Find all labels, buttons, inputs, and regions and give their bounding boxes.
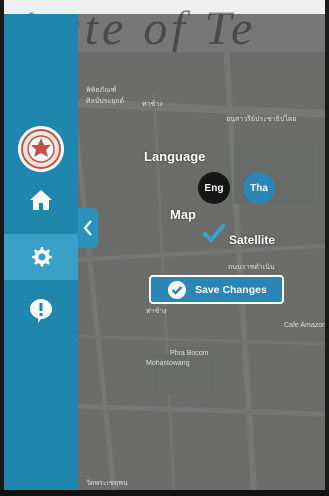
device-bezel-right [325, 0, 329, 496]
institute-logo [18, 126, 64, 172]
satellite-label: Satellite [229, 233, 276, 247]
device-bezel-left [0, 0, 4, 496]
checkmark-icon [203, 224, 225, 243]
lang-eng-button[interactable]: Eng [198, 172, 230, 204]
language-label: Language [144, 149, 206, 164]
map-label: ท่าช้าง [146, 308, 167, 315]
save-changes-label: Save Changes [195, 283, 267, 296]
map-label: วัดพระเชตุพน [86, 480, 128, 487]
home-icon [30, 190, 52, 210]
satellite-checkbox[interactable] [203, 224, 225, 249]
collapse-sidebar-button[interactable] [78, 208, 98, 248]
map-label: อนุสาวรีย์ประชาธิปไตย [226, 116, 297, 123]
map-label-heading: Map [170, 207, 196, 222]
device-bezel-bottom [0, 490, 329, 496]
map-label: ถนนราชดำเนิน [228, 264, 275, 271]
map-label: Cafe Amazon [284, 322, 327, 329]
sidebar [4, 14, 78, 490]
map-label: Phra Bocom [170, 350, 209, 357]
map-label: Mohastowang [146, 360, 190, 367]
check-circle-icon [168, 280, 186, 299]
map-label: ท่าช้าง [142, 101, 163, 108]
gear-icon [32, 247, 52, 267]
map-label: พิพิธภัณฑ์ [86, 87, 117, 94]
map-label: ศิลป์ประยุกต์ [86, 98, 125, 105]
sidebar-item-info[interactable] [4, 288, 78, 334]
lang-eng-label: Eng [204, 182, 224, 194]
lang-tha-button[interactable]: Tha [243, 172, 275, 204]
sidebar-item-home[interactable] [4, 177, 78, 223]
app-screen: stitute of Te พิพิธภัณฑ์ ศิลป์ประยุกต์ อ… [0, 0, 329, 496]
lang-tha-label: Tha [250, 182, 268, 194]
sidebar-item-settings[interactable] [4, 234, 78, 280]
save-changes-button[interactable]: Save Changes [149, 275, 284, 304]
chevron-left-icon [83, 220, 92, 236]
alert-icon [30, 299, 52, 323]
